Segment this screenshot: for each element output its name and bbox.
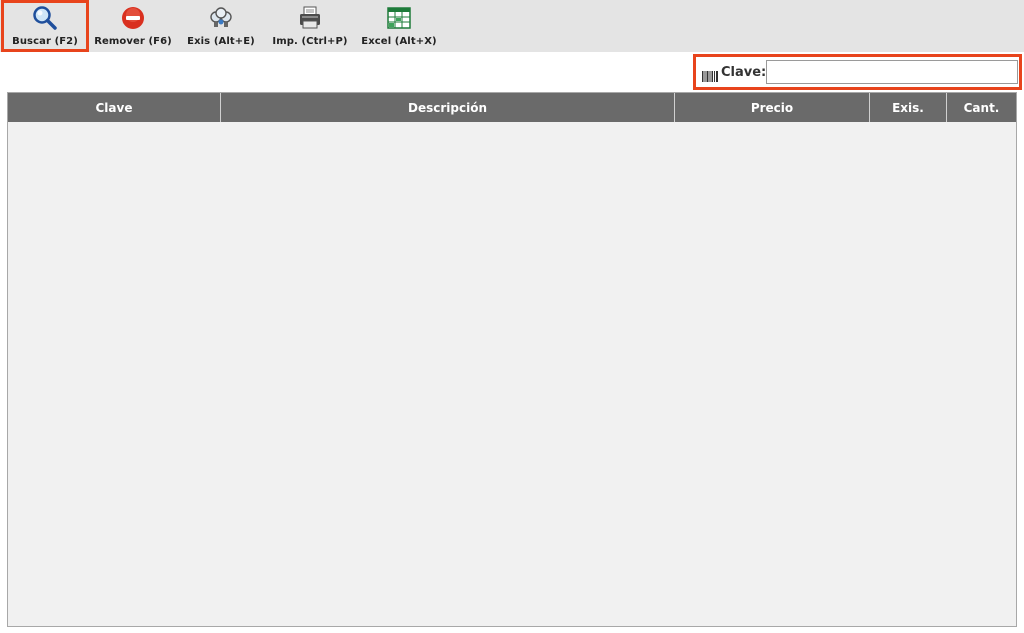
table-body[interactable] xyxy=(8,122,1016,626)
buscar-button[interactable]: Buscar (F2) xyxy=(1,0,89,52)
table-header: Clave Descripción Precio Exis. Cant. xyxy=(8,93,1016,122)
excel-button[interactable]: Excel (Alt+X) xyxy=(360,0,438,52)
toolbar: Buscar (F2) Remover (F6) Exis (Alt+E) Im… xyxy=(0,0,1024,52)
remove-icon xyxy=(120,5,146,31)
printer-icon xyxy=(297,5,323,31)
buscar-label: Buscar (F2) xyxy=(12,36,78,47)
column-header-precio[interactable]: Precio xyxy=(675,93,870,122)
imp-label: Imp. (Ctrl+P) xyxy=(272,36,348,47)
barcode-icon xyxy=(702,67,718,82)
remover-label: Remover (F6) xyxy=(94,36,172,47)
column-header-exis[interactable]: Exis. xyxy=(870,93,947,122)
remover-button[interactable]: Remover (F6) xyxy=(92,0,174,52)
magnifier-icon xyxy=(32,5,58,31)
exis-label: Exis (Alt+E) xyxy=(187,36,255,47)
clave-input[interactable] xyxy=(766,60,1018,84)
exis-button[interactable]: Exis (Alt+E) xyxy=(184,0,258,52)
products-table: Clave Descripción Precio Exis. Cant. xyxy=(7,92,1017,627)
excel-label: Excel (Alt+X) xyxy=(361,36,437,47)
column-header-clave[interactable]: Clave xyxy=(8,93,221,122)
imp-button[interactable]: Imp. (Ctrl+P) xyxy=(270,0,350,52)
clave-search-box: Clave: xyxy=(693,54,1022,90)
column-header-cant[interactable]: Cant. xyxy=(947,93,1016,122)
clave-label: Clave: xyxy=(721,65,767,80)
excel-icon xyxy=(386,5,412,31)
stock-icon xyxy=(208,5,234,31)
column-header-descripcion[interactable]: Descripción xyxy=(221,93,675,122)
